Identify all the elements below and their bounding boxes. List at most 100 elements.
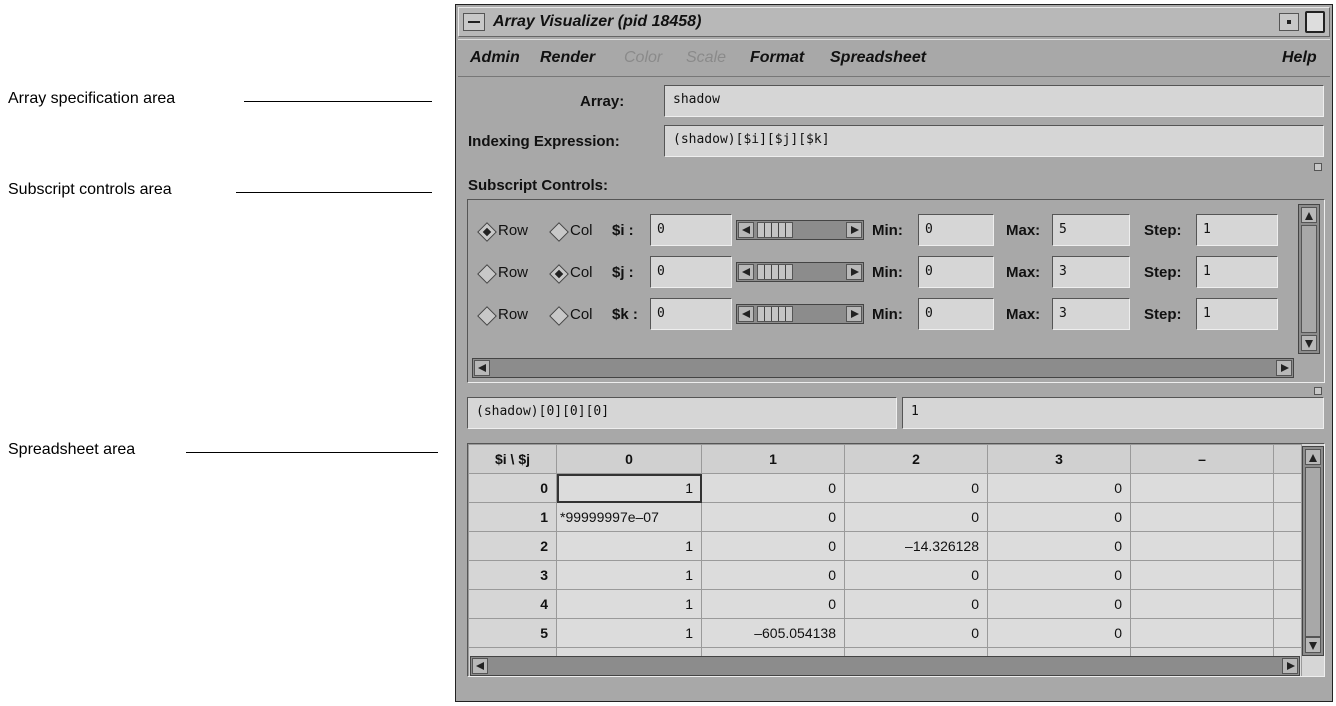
scroll-left-icon[interactable] <box>472 658 488 674</box>
scroll-thumb[interactable] <box>1305 467 1321 637</box>
max-field-i[interactable]: 5 <box>1052 214 1130 246</box>
slider-thumb[interactable] <box>757 306 793 322</box>
table-cell[interactable]: –605.054138 <box>701 618 845 648</box>
window-menu-button[interactable] <box>463 13 485 31</box>
min-field-k[interactable]: 0 <box>918 298 994 330</box>
table-cell[interactable]: 0 <box>987 502 1131 532</box>
scroll-up-icon[interactable] <box>1301 207 1317 223</box>
col-radio-k[interactable] <box>549 306 569 326</box>
spreadsheet-horizontal-scrollbar[interactable] <box>470 656 1300 676</box>
table-cell[interactable]: 1 <box>556 618 702 648</box>
column-header[interactable]: 3 <box>987 444 1131 474</box>
table-cell[interactable]: 1 <box>556 473 702 503</box>
subscript-vertical-scrollbar[interactable] <box>1298 204 1320 354</box>
scroll-down-icon[interactable] <box>1305 637 1321 653</box>
table-cell[interactable]: 0 <box>844 589 988 619</box>
menu-color[interactable]: Color <box>624 49 662 67</box>
step-field-j[interactable]: 1 <box>1196 256 1278 288</box>
table-cell[interactable]: 1 <box>556 560 702 590</box>
slider-thumb[interactable] <box>757 264 793 280</box>
slider-left-arrow-icon[interactable] <box>738 222 754 238</box>
table-cell[interactable]: 1 <box>556 531 702 561</box>
value-field-k[interactable]: 0 <box>650 298 732 330</box>
scroll-down-icon[interactable] <box>1301 335 1317 351</box>
row-radio-j[interactable] <box>477 264 497 284</box>
table-cell[interactable] <box>1130 560 1274 590</box>
table-cell[interactable]: 0 <box>701 589 845 619</box>
pane-sash[interactable] <box>1314 163 1322 171</box>
slider-right-arrow-icon[interactable] <box>846 306 862 322</box>
col-radio-i[interactable] <box>549 222 569 242</box>
column-header[interactable]: 1 <box>701 444 845 474</box>
slider-i[interactable] <box>736 220 864 240</box>
value-field-i[interactable]: 0 <box>650 214 732 246</box>
table-cell[interactable]: 0 <box>844 473 988 503</box>
cell-value-field[interactable]: 1 <box>902 397 1324 429</box>
minimize-button[interactable] <box>1279 13 1299 31</box>
value-field-j[interactable]: 0 <box>650 256 732 288</box>
max-field-j[interactable]: 3 <box>1052 256 1130 288</box>
menu-format[interactable]: Format <box>750 49 804 67</box>
table-cell[interactable]: 1 <box>556 589 702 619</box>
table-cell[interactable]: 0 <box>844 560 988 590</box>
row-header[interactable]: 1 <box>468 502 557 532</box>
scroll-left-icon[interactable] <box>474 360 490 376</box>
scroll-thumb[interactable] <box>1301 225 1317 333</box>
maximize-button[interactable] <box>1305 11 1325 33</box>
step-field-k[interactable]: 1 <box>1196 298 1278 330</box>
table-cell[interactable] <box>1130 502 1274 532</box>
row-radio-k[interactable] <box>477 306 497 326</box>
menu-spreadsheet[interactable]: Spreadsheet <box>830 49 926 67</box>
spreadsheet-vertical-scrollbar[interactable] <box>1302 446 1324 656</box>
menu-render[interactable]: Render <box>540 49 595 67</box>
menu-scale[interactable]: Scale <box>686 49 726 67</box>
slider-left-arrow-icon[interactable] <box>738 264 754 280</box>
step-field-i[interactable]: 1 <box>1196 214 1278 246</box>
slider-k[interactable] <box>736 304 864 324</box>
table-cell[interactable]: 0 <box>844 502 988 532</box>
table-cell[interactable]: 0 <box>701 502 845 532</box>
table-cell[interactable]: *99999997e–07 <box>556 502 702 532</box>
row-header[interactable]: 0 <box>468 473 557 503</box>
table-cell[interactable]: 0 <box>701 560 845 590</box>
menu-help[interactable]: Help <box>1282 49 1317 67</box>
indexing-expression-field[interactable]: (shadow)[$i][$j][$k] <box>664 125 1324 157</box>
min-field-j[interactable]: 0 <box>918 256 994 288</box>
table-cell[interactable]: 0 <box>987 473 1131 503</box>
table-cell[interactable]: 0 <box>701 473 845 503</box>
column-header[interactable]: 0 <box>556 444 702 474</box>
table-cell[interactable] <box>1130 473 1274 503</box>
table-cell[interactable]: 0 <box>987 531 1131 561</box>
row-header[interactable]: 3 <box>468 560 557 590</box>
max-field-k[interactable]: 3 <box>1052 298 1130 330</box>
table-cell[interactable]: 0 <box>987 618 1131 648</box>
table-cell[interactable]: 0 <box>701 531 845 561</box>
slider-j[interactable] <box>736 262 864 282</box>
slider-thumb[interactable] <box>757 222 793 238</box>
table-cell[interactable] <box>1130 618 1274 648</box>
table-cell[interactable]: –14.326128 <box>844 531 988 561</box>
title-bar[interactable]: Array Visualizer (pid 18458) <box>458 7 1330 37</box>
slider-left-arrow-icon[interactable] <box>738 306 754 322</box>
scroll-up-icon[interactable] <box>1305 449 1321 465</box>
row-header[interactable]: 2 <box>468 531 557 561</box>
column-header[interactable]: – <box>1130 444 1274 474</box>
scroll-right-icon[interactable] <box>1276 360 1292 376</box>
subscript-horizontal-scrollbar[interactable] <box>472 358 1294 378</box>
col-radio-j[interactable] <box>549 264 569 284</box>
slider-right-arrow-icon[interactable] <box>846 222 862 238</box>
table-cell[interactable]: 0 <box>844 618 988 648</box>
pane-sash[interactable] <box>1314 387 1322 395</box>
array-field[interactable]: shadow <box>664 85 1324 117</box>
row-header[interactable]: 4 <box>468 589 557 619</box>
menu-admin[interactable]: Admin <box>470 49 520 67</box>
column-header[interactable]: 2 <box>844 444 988 474</box>
scroll-right-icon[interactable] <box>1282 658 1298 674</box>
row-header[interactable]: 5 <box>468 618 557 648</box>
table-cell[interactable]: 0 <box>987 560 1131 590</box>
table-cell[interactable] <box>1130 589 1274 619</box>
slider-right-arrow-icon[interactable] <box>846 264 862 280</box>
table-cell[interactable]: 0 <box>987 589 1131 619</box>
row-radio-i[interactable] <box>477 222 497 242</box>
table-cell[interactable] <box>1130 531 1274 561</box>
